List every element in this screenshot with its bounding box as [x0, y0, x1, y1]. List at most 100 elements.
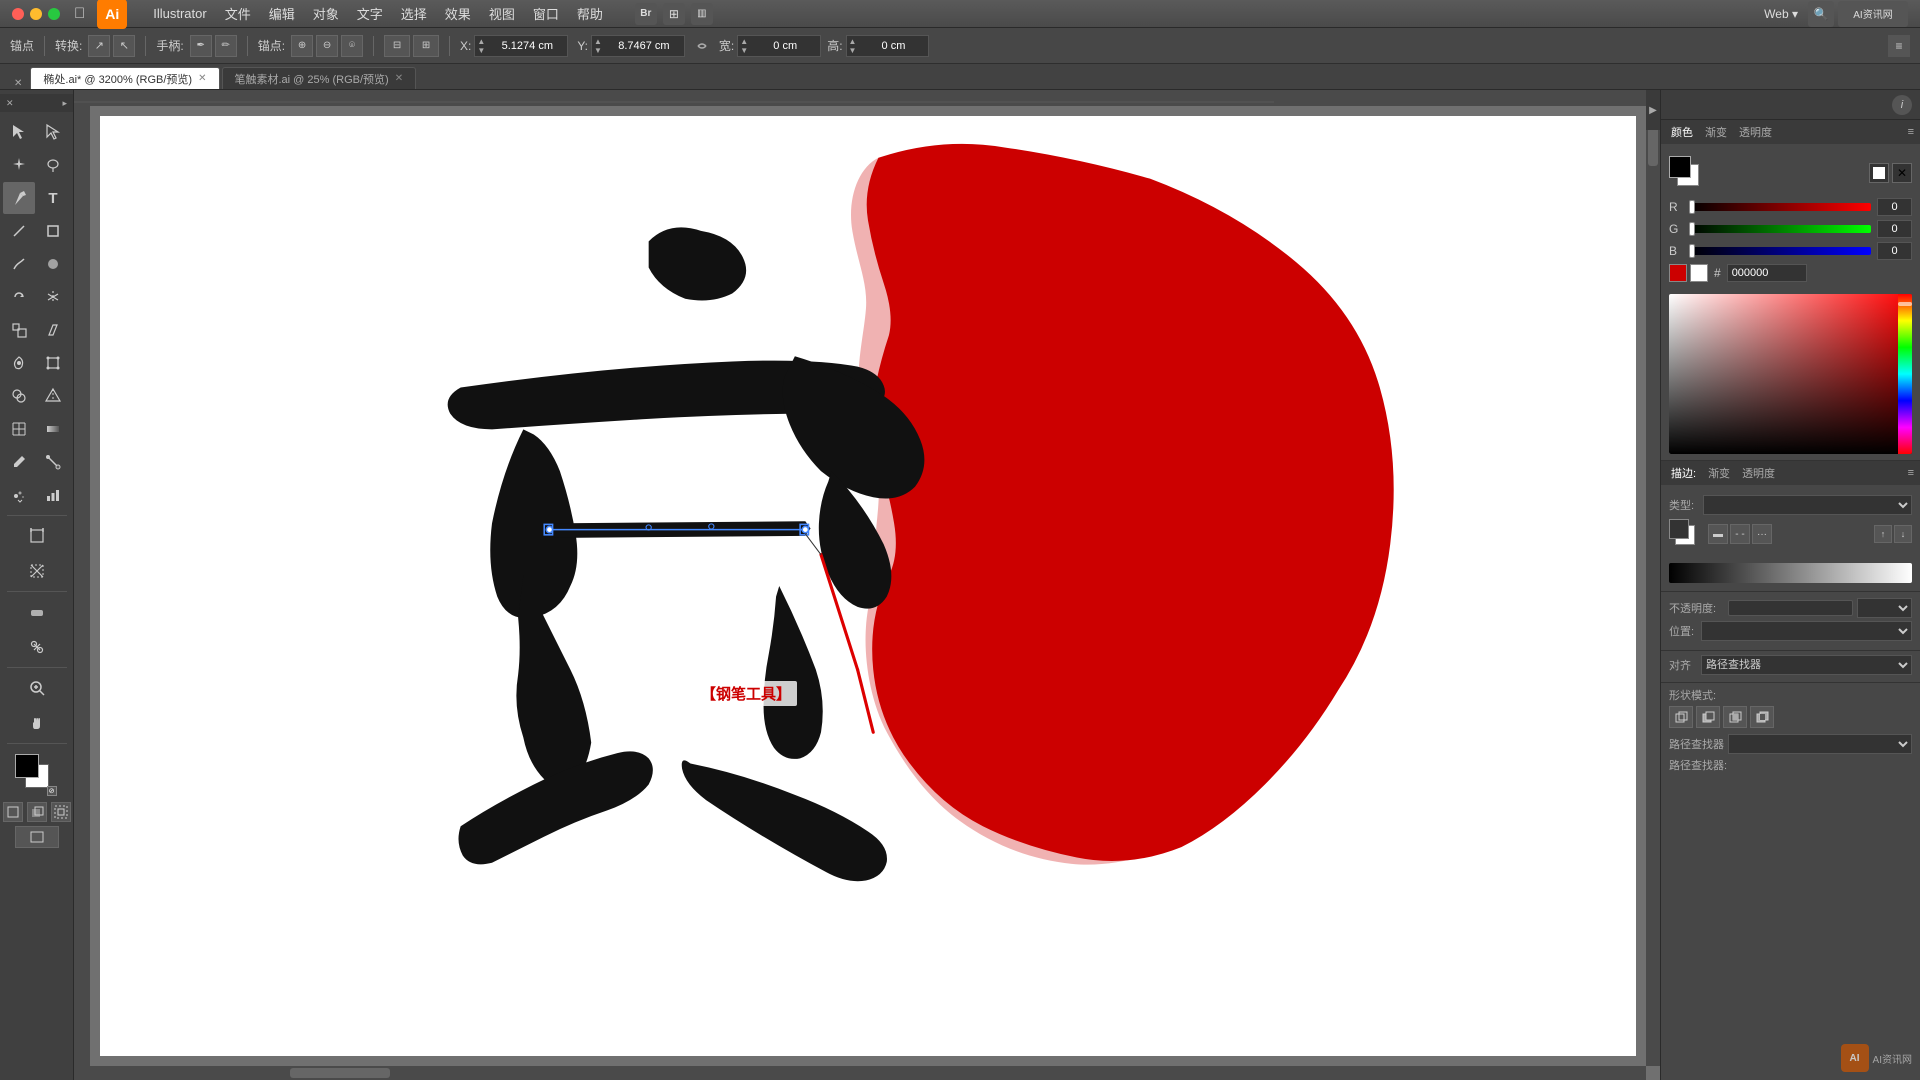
menu-file[interactable]: 文件 [217, 2, 259, 25]
pencil-tool[interactable] [3, 248, 35, 280]
gradient-tab[interactable]: 渐变 [1701, 122, 1731, 142]
menu-window[interactable]: 窗口 [525, 2, 567, 25]
anchor-btn-3[interactable]: ⌾ [341, 35, 363, 57]
stroke-up-btn[interactable]: ↑ [1874, 525, 1892, 543]
hue-slider[interactable] [1898, 294, 1912, 454]
handle-btn-2[interactable]: ✏ [215, 35, 237, 57]
transform-options[interactable]: ⊟ [384, 35, 410, 57]
workspace-label[interactable]: Web ▾ [1764, 7, 1798, 21]
line-tool[interactable] [3, 215, 35, 247]
tab-close-active[interactable]: ✕ [10, 78, 26, 89]
selection-tool[interactable] [3, 116, 35, 148]
workspace-switcher[interactable]: ⊞ [663, 3, 685, 25]
shear-tool[interactable] [37, 314, 69, 346]
stroke-dashed-btn[interactable]: - - [1730, 524, 1750, 544]
scrollbar-vertical[interactable] [1646, 106, 1660, 1066]
tab-1[interactable]: 椭处.ai* @ 3200% (RGB/预览) ✕ [30, 67, 219, 89]
color-panel-menu[interactable]: ≡ [1908, 126, 1914, 138]
b-slider-track[interactable] [1689, 247, 1871, 255]
align-options[interactable]: ⊞ [413, 35, 439, 57]
stroke-tab[interactable]: 描边: [1667, 463, 1700, 483]
menu-app[interactable]: Illustrator [145, 4, 214, 23]
x-down-arrow[interactable]: ▼ [477, 46, 485, 55]
lasso-tool[interactable] [37, 149, 69, 181]
b-slider-thumb[interactable] [1689, 244, 1695, 258]
canvas-area[interactable]: 【钢笔工具】 [74, 90, 1660, 1080]
direct-selection-tool[interactable] [37, 116, 69, 148]
transform-btn-1[interactable]: ↗ [88, 35, 110, 57]
menu-view[interactable]: 视图 [481, 2, 523, 25]
hand-tool[interactable] [21, 707, 53, 739]
maximize-button[interactable] [48, 8, 60, 20]
menu-effect[interactable]: 效果 [437, 2, 479, 25]
x-up-arrow[interactable]: ▲ [477, 37, 485, 46]
toolbox-close[interactable]: ✕ [6, 98, 14, 109]
stroke-panel-menu[interactable]: ≡ [1908, 467, 1914, 479]
artboard-tool[interactable] [21, 520, 53, 552]
align-select[interactable]: 路径查找器 [1701, 655, 1912, 675]
menu-help[interactable]: 帮助 [569, 2, 611, 25]
transform-btn-2[interactable]: ↖ [113, 35, 135, 57]
blend-tool[interactable] [37, 446, 69, 478]
free-transform-tool[interactable] [37, 347, 69, 379]
puppet-warp-tool[interactable] [3, 347, 35, 379]
y-value-input[interactable] [604, 36, 684, 56]
search-icon[interactable]: 🔍 [1808, 1, 1834, 27]
panel-toggle[interactable]: ▥ [691, 3, 713, 25]
rotate-tool[interactable] [3, 281, 35, 313]
x-value-input[interactable] [487, 36, 567, 56]
bridge-icon[interactable]: Br [635, 3, 657, 25]
h-up-arrow[interactable]: ▲ [849, 37, 857, 46]
intersect-btn[interactable] [1723, 706, 1747, 728]
tab-2[interactable]: 笔触素材.ai @ 25% (RGB/预览) ✕ [222, 67, 417, 89]
width-value-input[interactable] [750, 36, 820, 56]
shape-builder-tool[interactable] [3, 380, 35, 412]
graph-tool[interactable] [37, 479, 69, 511]
scrollbar-thumb-h[interactable] [290, 1068, 390, 1078]
unite-btn[interactable] [1669, 706, 1693, 728]
expand-btn[interactable]: ≡ [1888, 35, 1910, 57]
minus-front-btn[interactable] [1696, 706, 1720, 728]
w-up-arrow[interactable]: ▲ [740, 37, 748, 46]
zoom-tool[interactable] [21, 672, 53, 704]
stroke-down-btn[interactable]: ↓ [1894, 525, 1912, 543]
hex-input[interactable] [1727, 264, 1807, 282]
rectangle-tool[interactable] [37, 215, 69, 247]
gradient-tool[interactable] [37, 413, 69, 445]
slice-tool[interactable] [21, 555, 53, 587]
r-slider-thumb[interactable] [1689, 200, 1695, 214]
y-down-arrow[interactable]: ▼ [594, 46, 602, 55]
b-value-input[interactable] [1877, 242, 1912, 260]
blob-brush-tool[interactable] [37, 248, 69, 280]
anchor-btn-1[interactable]: ⊕ [291, 35, 313, 57]
exclude-btn[interactable] [1750, 706, 1774, 728]
scale-tool[interactable] [3, 314, 35, 346]
r-slider-track[interactable] [1689, 203, 1871, 211]
g-value-input[interactable] [1877, 220, 1912, 238]
scrollbar-horizontal[interactable] [90, 1066, 1646, 1080]
close-button[interactable] [12, 8, 24, 20]
handle-btn-1[interactable]: ✒ [190, 35, 212, 57]
link-aspect-icon[interactable] [691, 35, 713, 57]
transparency-tab[interactable]: 透明度 [1735, 122, 1776, 142]
draw-inside-btn[interactable] [51, 802, 71, 822]
toolbox-expand[interactable]: ▸ [62, 98, 67, 109]
draw-behind-btn[interactable] [27, 802, 47, 822]
magic-wand-tool[interactable] [3, 149, 35, 181]
hue-thumb[interactable] [1898, 302, 1912, 306]
scissors-tool[interactable] [21, 631, 53, 663]
eyedropper-tool[interactable] [3, 446, 35, 478]
stroke-dark-swatch[interactable] [1669, 519, 1689, 539]
stroke-dotted-btn[interactable]: ··· [1752, 524, 1772, 544]
menu-edit[interactable]: 编辑 [261, 2, 303, 25]
menu-type[interactable]: 文字 [349, 2, 391, 25]
minimize-button[interactable] [30, 8, 42, 20]
opacity-select[interactable] [1857, 598, 1912, 618]
r-value-input[interactable] [1877, 198, 1912, 216]
g-slider-thumb[interactable] [1689, 222, 1695, 236]
opacity-slider-track[interactable] [1728, 600, 1853, 616]
type-select[interactable] [1703, 495, 1912, 515]
info-icon[interactable]: i [1892, 95, 1912, 115]
draw-normal-btn[interactable] [3, 802, 23, 822]
solid-color-btn[interactable] [1869, 163, 1889, 183]
